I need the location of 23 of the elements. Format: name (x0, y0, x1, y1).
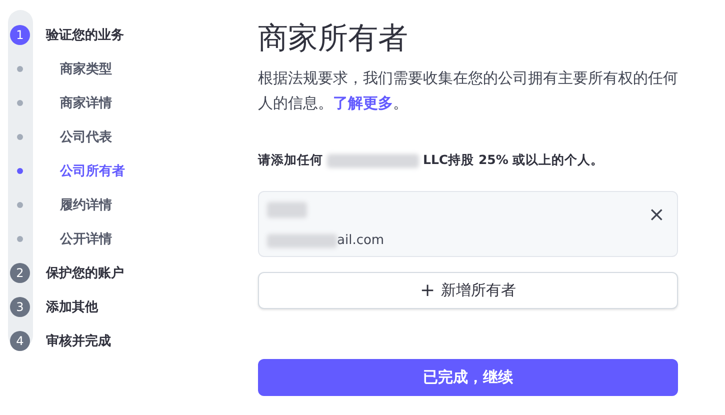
substep-label[interactable]: 公开详情 (60, 230, 112, 248)
step-number: 4 (10, 331, 30, 351)
step-label[interactable]: 审核并完成 (46, 332, 111, 350)
substep-label[interactable]: 公司代表 (60, 128, 112, 146)
step-label[interactable]: 验证您的业务 (46, 26, 124, 44)
instruction-text: LLC持股 25% 或以上的个人。 (423, 152, 604, 169)
step-label[interactable]: 添加其他 (46, 298, 98, 316)
substep-label[interactable]: 履约详情 (60, 196, 112, 214)
continue-button[interactable]: 已完成，继续 (258, 359, 678, 396)
redacted-blur (267, 234, 337, 248)
instruction-text: 请添加任何 (258, 152, 323, 169)
page-title: 商家所有者 (258, 20, 409, 58)
step-label[interactable]: 保护您的账户 (46, 264, 124, 282)
description: 根据法规要求，我们需要收集在您的公司拥有主要所有权的任何人的信息。了解更多。 (258, 68, 678, 114)
learn-more-link[interactable]: 了解更多 (333, 94, 393, 112)
substep-label[interactable]: 商家类型 (60, 60, 112, 78)
owner-email: ail.com (337, 233, 384, 248)
add-owner-button[interactable]: + 新增所有者 (258, 272, 678, 309)
substep-label[interactable]: 商家详情 (60, 94, 112, 112)
plus-icon: + (420, 280, 436, 301)
redacted-blur (267, 202, 307, 218)
close-button[interactable]: × (648, 204, 665, 224)
substep-label[interactable]: 公司所有者 (60, 162, 125, 180)
